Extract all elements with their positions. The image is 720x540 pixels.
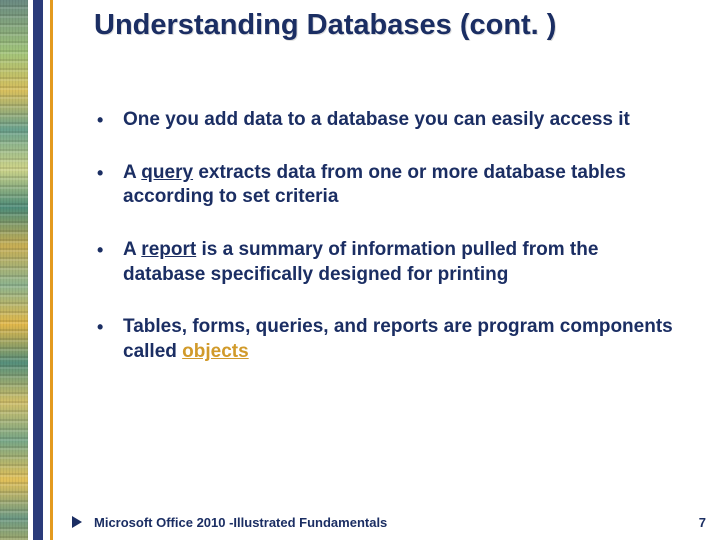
page-number: 7: [699, 515, 706, 530]
list-item: • A query extracts data from one or more…: [95, 161, 685, 210]
list-item: • Tables, forms, queries, and reports ar…: [95, 315, 685, 364]
bullet-dot-icon: •: [95, 315, 123, 339]
bullet-dot-icon: •: [95, 161, 123, 185]
bullet-dot-icon: •: [95, 238, 123, 262]
bullet-text: Tables, forms, queries, and reports are …: [123, 315, 685, 364]
footer-text: Microsoft Office 2010 -Illustrated Funda…: [94, 515, 387, 530]
bullet-text: One you add data to a database you can e…: [123, 108, 685, 133]
blue-bar: [33, 0, 43, 540]
decorative-left-band: [0, 0, 40, 540]
bullet-list: • One you add data to a database you can…: [95, 108, 685, 393]
footer: Microsoft Office 2010 -Illustrated Funda…: [0, 508, 720, 530]
list-item: • A report is a summary of information p…: [95, 238, 685, 287]
slide: Understanding Databases (cont. ) • One y…: [0, 0, 720, 540]
bullet-text: A query extracts data from one or more d…: [123, 161, 685, 210]
play-arrow-icon: [72, 516, 82, 528]
list-item: • One you add data to a database you can…: [95, 108, 685, 133]
bullet-dot-icon: •: [95, 108, 123, 132]
slide-title: Understanding Databases (cont. ): [94, 8, 694, 42]
bullet-text: A report is a summary of information pul…: [123, 238, 685, 287]
texture-strip: [0, 0, 28, 540]
orange-bar: [50, 0, 53, 540]
